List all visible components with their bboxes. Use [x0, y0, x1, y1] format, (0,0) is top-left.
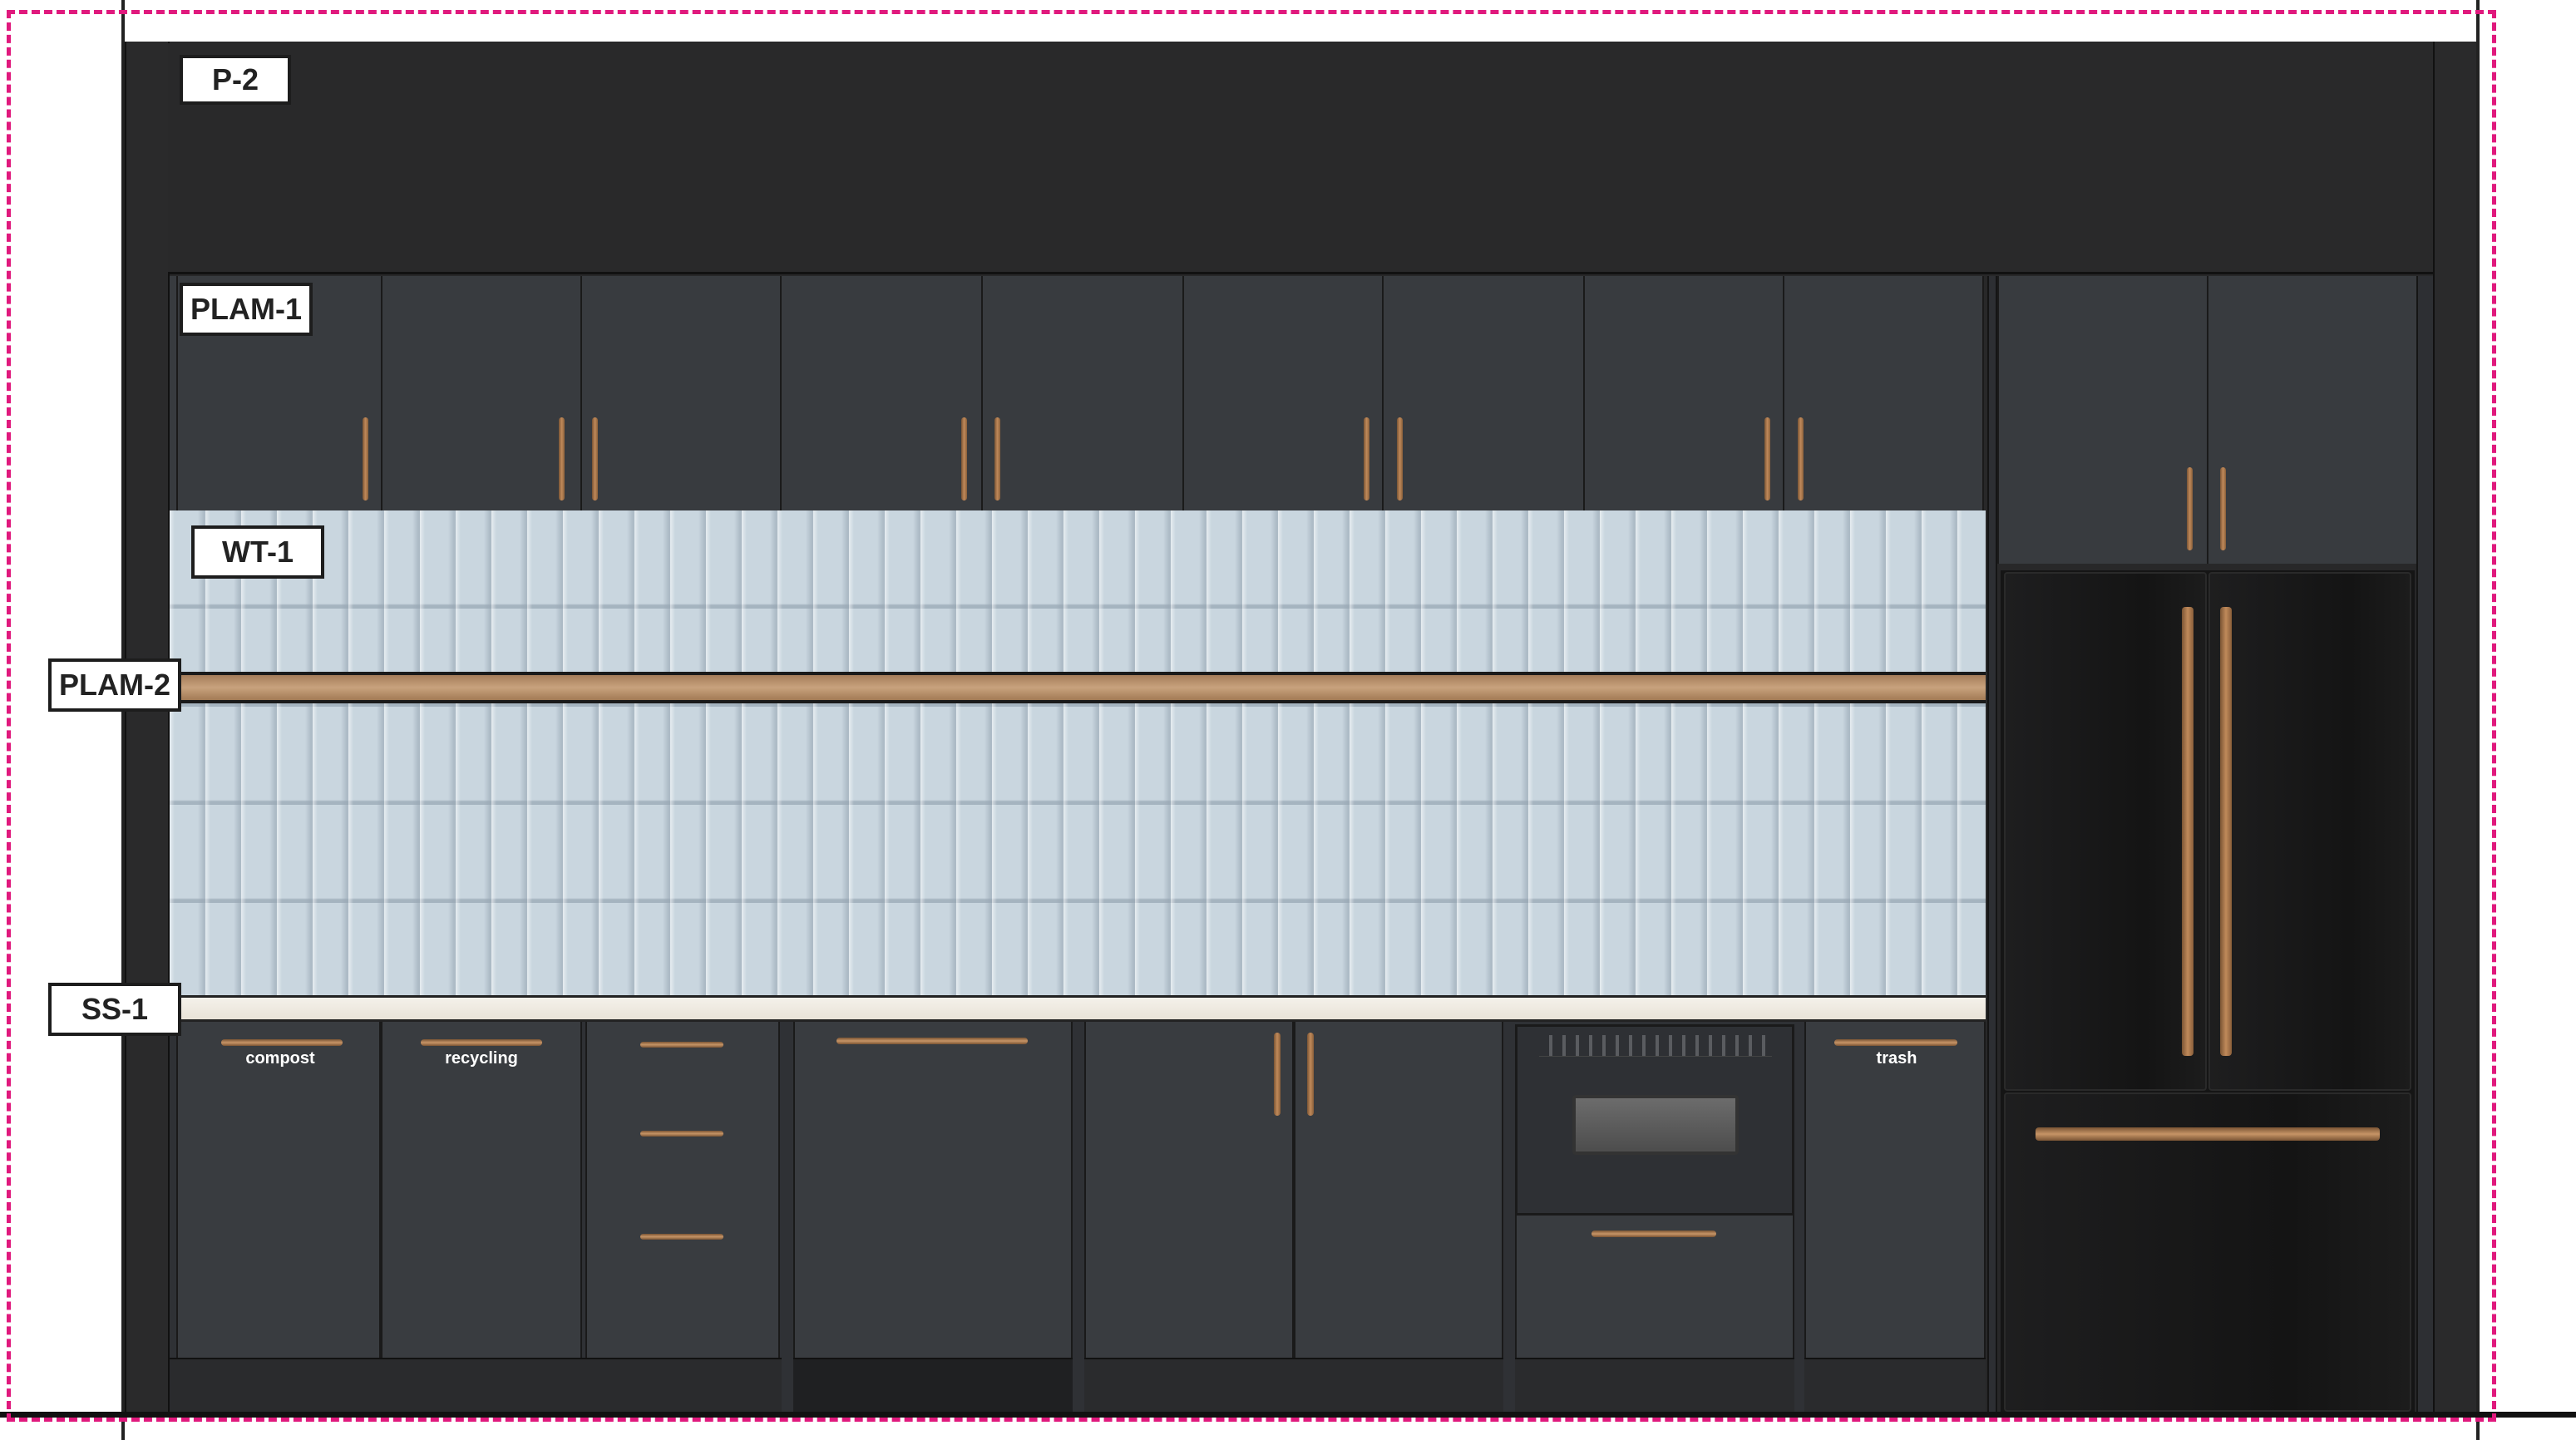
tag-plam1: PLAM-1	[180, 283, 313, 336]
tag-wt1: WT-1	[191, 525, 324, 579]
tag-p2: P-2	[180, 55, 291, 105]
tag-ss1: SS-1	[48, 983, 181, 1036]
elevation-boundary	[7, 10, 2496, 1422]
tag-plam2: PLAM-2	[48, 658, 181, 712]
